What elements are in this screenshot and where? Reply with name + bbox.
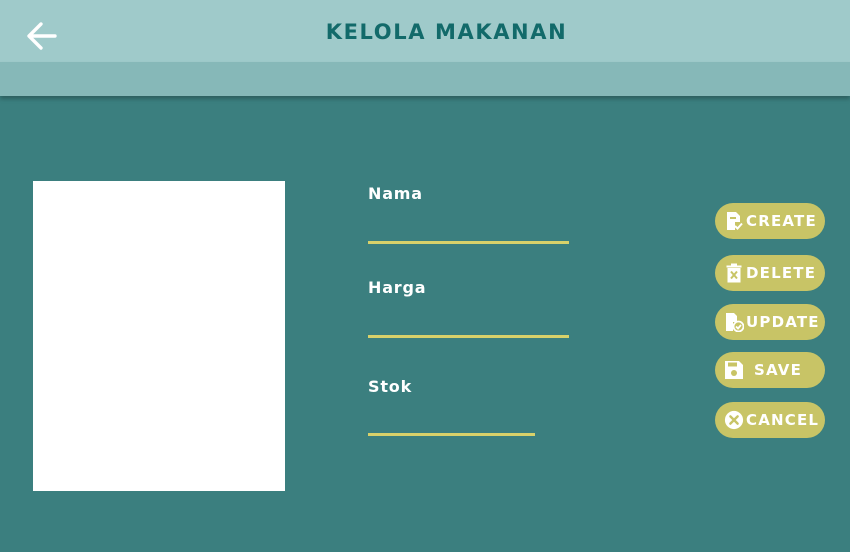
field-label-stok: Stok xyxy=(368,377,413,396)
delete-label: DELETE xyxy=(746,264,817,282)
page-title: KELOLA MAKANAN xyxy=(325,20,568,44)
update-button[interactable]: UPDATE xyxy=(715,304,825,340)
cancel-button[interactable]: CANCEL xyxy=(715,402,825,438)
stok-input[interactable] xyxy=(368,410,535,436)
delete-button[interactable]: DELETE xyxy=(715,255,825,291)
create-label: CREATE xyxy=(746,212,817,230)
close-circle-icon xyxy=(724,409,744,431)
document-update-icon xyxy=(724,311,744,333)
create-button[interactable]: CREATE xyxy=(715,203,825,239)
floppy-disk-icon xyxy=(724,359,744,381)
field-label-harga: Harga xyxy=(368,278,427,297)
cancel-label: CANCEL xyxy=(746,411,820,429)
save-button[interactable]: SAVE xyxy=(715,352,825,388)
trash-icon xyxy=(724,262,744,284)
nama-input[interactable] xyxy=(368,218,569,244)
save-label: SAVE xyxy=(754,361,803,379)
field-label-nama: Nama xyxy=(368,184,423,203)
food-image-placeholder[interactable] xyxy=(33,181,285,491)
update-label: UPDATE xyxy=(746,313,820,331)
harga-input[interactable] xyxy=(368,312,569,338)
document-check-icon xyxy=(724,210,744,232)
sub-header-bar xyxy=(0,62,850,96)
